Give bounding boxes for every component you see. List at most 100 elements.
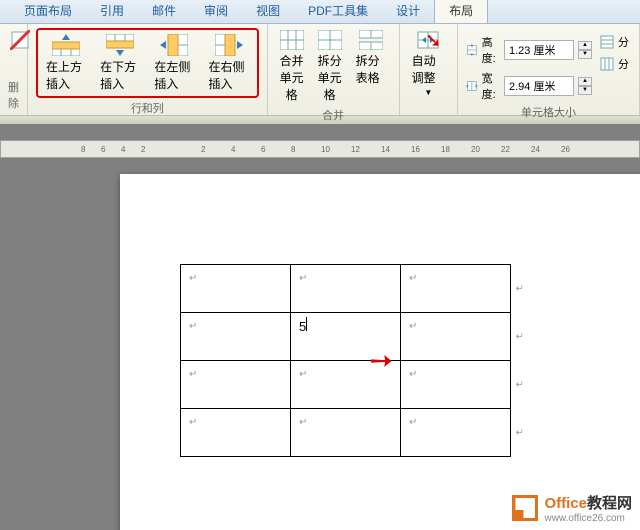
insert-below-button[interactable]: 在下方插入 xyxy=(96,32,144,94)
watermark: Office教程网 www.office26.com xyxy=(512,492,632,524)
merge-cells-icon xyxy=(280,30,304,50)
paragraph-mark-icon: ↵ xyxy=(299,273,307,284)
table-row[interactable]: ↵ ↵ ↵↵ xyxy=(181,361,511,409)
table-cell[interactable]: ↵↵ xyxy=(401,361,511,409)
delete-icon xyxy=(10,30,30,50)
table-row[interactable]: ↵ 5 ↵↵ xyxy=(181,313,511,361)
width-label: 宽度: xyxy=(482,70,500,102)
paragraph-mark-icon: ↵ xyxy=(189,321,197,332)
row-end-mark-icon: ↵ xyxy=(516,283,524,294)
distribute-rows-icon xyxy=(600,35,614,49)
merge-cells-button[interactable]: 合并 单元格 xyxy=(276,28,308,105)
row-end-mark-icon: ↵ xyxy=(516,427,524,438)
group-label: 行和列 xyxy=(36,98,259,116)
insert-left-label: 在左侧插入 xyxy=(154,58,194,92)
merge-cells-label: 合并 单元格 xyxy=(280,52,304,103)
group-label: 合并 xyxy=(276,105,391,123)
tab-references[interactable]: 引用 xyxy=(86,0,138,23)
split-cells-button[interactable]: 拆分 单元格 xyxy=(314,28,346,105)
tab-view[interactable]: 视图 xyxy=(242,0,294,23)
table-cell[interactable]: ↵↵ xyxy=(401,409,511,457)
table-cell[interactable]: ↵↵ xyxy=(401,313,511,361)
insert-below-icon xyxy=(106,34,134,56)
office-logo-icon xyxy=(512,495,538,521)
tab-layout[interactable]: 布局 xyxy=(434,0,488,23)
insert-above-button[interactable]: 在上方插入 xyxy=(42,32,90,94)
split-table-label: 拆分表格 xyxy=(356,52,387,86)
distribute-rows-button[interactable]: 分 xyxy=(600,34,629,50)
spinner-up-icon[interactable]: ▲ xyxy=(578,41,592,50)
annotation-arrow-tab: ➘ xyxy=(425,28,442,53)
insert-right-button[interactable]: 在右侧插入 xyxy=(204,32,252,94)
table-row[interactable]: ↵ ↵ ↵↵ xyxy=(181,409,511,457)
tab-pdf-tools[interactable]: PDF工具集 xyxy=(294,0,382,23)
spinner-down-icon[interactable]: ▼ xyxy=(578,86,592,95)
row-end-mark-icon: ↵ xyxy=(516,379,524,390)
table-row[interactable]: ↵ ↵ ↵↵ xyxy=(181,265,511,313)
paragraph-mark-icon: ↵ xyxy=(409,273,417,284)
table-cell[interactable]: ↵ xyxy=(181,409,291,457)
table-cell[interactable]: ↵ xyxy=(291,409,401,457)
height-input[interactable] xyxy=(504,40,574,60)
watermark-suffix: 教程网 xyxy=(587,495,632,512)
text-cursor xyxy=(306,317,307,331)
group-rows-cols: 在上方插入 在下方插入 在左侧插入 在右侧插入 行和列 xyxy=(28,24,268,115)
height-label: 高度: xyxy=(482,34,500,66)
width-input[interactable] xyxy=(504,76,574,96)
tab-mailings[interactable]: 邮件 xyxy=(138,0,190,23)
insert-below-label: 在下方插入 xyxy=(100,58,140,92)
cell-content: 5 xyxy=(299,319,306,334)
insert-left-button[interactable]: 在左侧插入 xyxy=(150,32,198,94)
insert-left-icon xyxy=(160,34,188,56)
paragraph-mark-icon: ↵ xyxy=(409,321,417,332)
document-table[interactable]: ↵ ↵ ↵↵ ↵ 5 ↵↵ ↵ ↵ ↵↵ ↵ ↵ ↵↵ xyxy=(180,264,511,457)
group-cell-size: 高度: ▲▼ 宽度: ▲▼ 分 分 xyxy=(457,24,640,115)
insert-above-icon xyxy=(52,34,80,56)
horizontal-ruler[interactable]: 8 6 4 2 2 4 6 8 10 12 14 16 18 20 22 24 … xyxy=(0,140,640,158)
table-cell[interactable]: ↵ xyxy=(181,313,291,361)
paragraph-mark-icon: ↵ xyxy=(409,417,417,428)
distribute-cols-button[interactable]: 分 xyxy=(600,56,629,72)
insert-right-icon xyxy=(215,34,243,56)
row-height-control: 高度: ▲▼ xyxy=(466,34,592,66)
table-cell[interactable]: ↵↵ xyxy=(401,265,511,313)
row-end-mark-icon: ↵ xyxy=(516,331,524,342)
height-spinner[interactable]: ▲▼ xyxy=(578,41,592,59)
table-cell[interactable]: ↵ xyxy=(291,265,401,313)
insert-right-label: 在右侧插入 xyxy=(208,58,248,92)
split-cells-icon xyxy=(318,30,342,50)
col-width-control: 宽度: ▲▼ xyxy=(466,70,592,102)
document-page[interactable]: ↵ ↵ ↵↵ ↵ 5 ↵↵ ↵ ↵ ↵↵ ↵ ↵ ↵↵ ➚ xyxy=(120,174,640,530)
ribbon-tabs: 页面布局 引用 邮件 审阅 视图 PDF工具集 设计 布局 xyxy=(0,0,640,24)
paragraph-mark-icon: ↵ xyxy=(189,273,197,284)
autofit-label: 自动调整 xyxy=(412,52,445,86)
watermark-brand: Office xyxy=(544,495,587,512)
height-icon xyxy=(466,42,478,58)
width-spinner[interactable]: ▲▼ xyxy=(578,77,592,95)
watermark-url: www.office26.com xyxy=(544,513,632,524)
tab-design[interactable]: 设计 xyxy=(382,0,434,23)
tab-page-layout[interactable]: 页面布局 xyxy=(10,0,86,23)
table-cell[interactable]: ↵ xyxy=(181,265,291,313)
width-icon xyxy=(466,78,478,94)
tab-review[interactable]: 审阅 xyxy=(190,0,242,23)
table-cell[interactable]: ↵ xyxy=(181,361,291,409)
group-delete: 删除 xyxy=(0,24,28,115)
group-label: 删除 xyxy=(8,77,19,111)
paragraph-mark-icon: ↵ xyxy=(299,369,307,380)
group-merge: 合并 单元格 拆分 单元格 拆分表格 合并 xyxy=(268,24,400,115)
insert-above-label: 在上方插入 xyxy=(46,58,86,92)
dropdown-icon: ▼ xyxy=(424,88,432,97)
ribbon: 删除 在上方插入 在下方插入 在左侧插入 在右侧插入 行和列 xyxy=(0,24,640,116)
delete-button[interactable] xyxy=(8,28,32,52)
paragraph-mark-icon: ↵ xyxy=(189,369,197,380)
paragraph-mark-icon: ↵ xyxy=(409,369,417,380)
distribute-cols-icon xyxy=(600,57,614,71)
paragraph-mark-icon: ↵ xyxy=(189,417,197,428)
spinner-down-icon[interactable]: ▼ xyxy=(578,50,592,59)
document-editor: 8 6 4 2 2 4 6 8 10 12 14 16 18 20 22 24 … xyxy=(0,124,640,530)
paragraph-mark-icon: ↵ xyxy=(299,417,307,428)
group-label: 单元格大小 xyxy=(466,102,631,120)
spinner-up-icon[interactable]: ▲ xyxy=(578,77,592,86)
split-table-button[interactable]: 拆分表格 xyxy=(352,28,391,88)
